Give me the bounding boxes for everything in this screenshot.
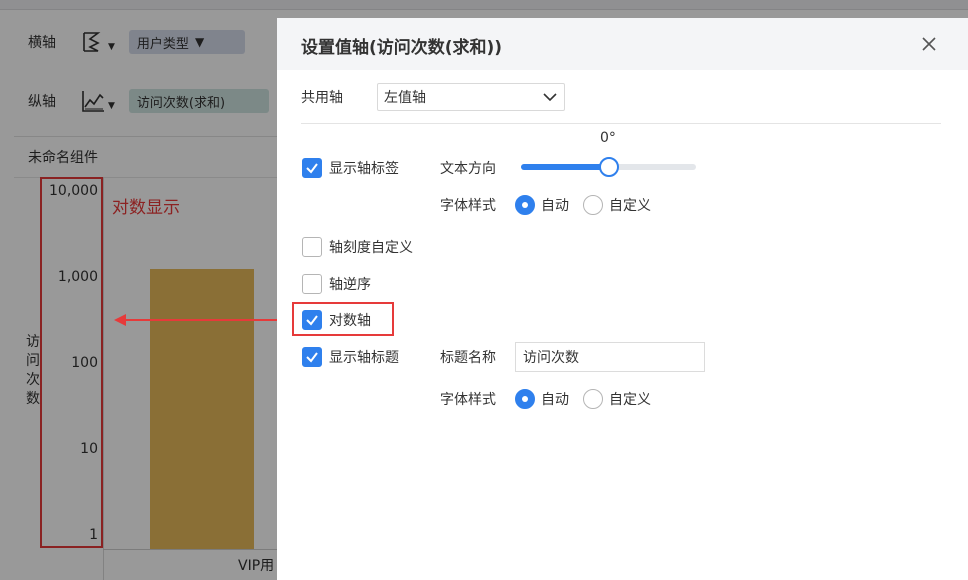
custom-scale-checkbox[interactable] <box>302 237 322 257</box>
reverse-axis-text: 轴逆序 <box>329 277 371 293</box>
annotation-arrow <box>114 314 293 326</box>
shared-axis-label: 共用轴 <box>301 90 343 106</box>
title-font-custom-label: 自定义 <box>609 392 651 408</box>
axis-settings-dialog: 设置值轴(访问次数(求和)) 共用轴 左值轴 显示轴标签 文本方向 0° 字体样… <box>277 18 968 580</box>
font-style-auto-radio[interactable] <box>515 195 535 215</box>
title-name-row: 标题名称 <box>440 342 705 372</box>
shared-axis-value: 左值轴 <box>384 90 426 106</box>
reverse-axis-option[interactable]: 轴逆序 <box>302 274 371 294</box>
text-direction-slider[interactable] <box>521 157 696 177</box>
log-axis-highlight-box <box>292 302 394 336</box>
title-name-input[interactable] <box>515 342 705 372</box>
shared-axis-select[interactable]: 左值轴 <box>377 83 565 111</box>
slider-handle[interactable] <box>598 157 619 177</box>
show-axis-title-option[interactable]: 显示轴标题 <box>302 347 399 367</box>
divider <box>301 123 941 124</box>
show-axis-label-checkbox[interactable] <box>302 158 322 178</box>
reverse-axis-checkbox[interactable] <box>302 274 322 294</box>
label-font-style-row: 字体样式 自动 自定义 <box>440 195 665 215</box>
font-style-custom-radio[interactable] <box>583 195 603 215</box>
font-style-auto-label: 自动 <box>541 198 569 214</box>
show-axis-label-text: 显示轴标签 <box>329 161 399 177</box>
show-axis-title-checkbox[interactable] <box>302 347 322 367</box>
check-icon <box>306 163 318 174</box>
title-font-custom-radio[interactable] <box>583 389 603 409</box>
text-direction-value: 0° <box>600 130 616 146</box>
shared-axis-row: 共用轴 左值轴 <box>301 83 565 111</box>
close-icon[interactable] <box>919 34 939 54</box>
slider-fill <box>521 164 609 170</box>
text-direction-label: 文本方向 <box>440 161 496 177</box>
font-style-custom-label: 自定义 <box>609 198 651 214</box>
title-name-label: 标题名称 <box>440 350 496 366</box>
title-font-auto-radio[interactable] <box>515 389 535 409</box>
font-style-label: 字体样式 <box>440 392 496 408</box>
dialog-header: 设置值轴(访问次数(求和)) <box>277 18 968 70</box>
font-style-label: 字体样式 <box>440 198 496 214</box>
title-font-auto-label: 自动 <box>541 392 569 408</box>
custom-scale-option[interactable]: 轴刻度自定义 <box>302 237 413 257</box>
check-icon <box>306 352 318 363</box>
title-font-style-row: 字体样式 自动 自定义 <box>440 389 665 409</box>
show-axis-label-option[interactable]: 显示轴标签 <box>302 158 399 178</box>
show-axis-title-text: 显示轴标题 <box>329 350 399 366</box>
dialog-title: 设置值轴(访问次数(求和)) <box>301 38 503 58</box>
chevron-down-icon <box>543 93 557 102</box>
custom-scale-text: 轴刻度自定义 <box>329 240 413 256</box>
